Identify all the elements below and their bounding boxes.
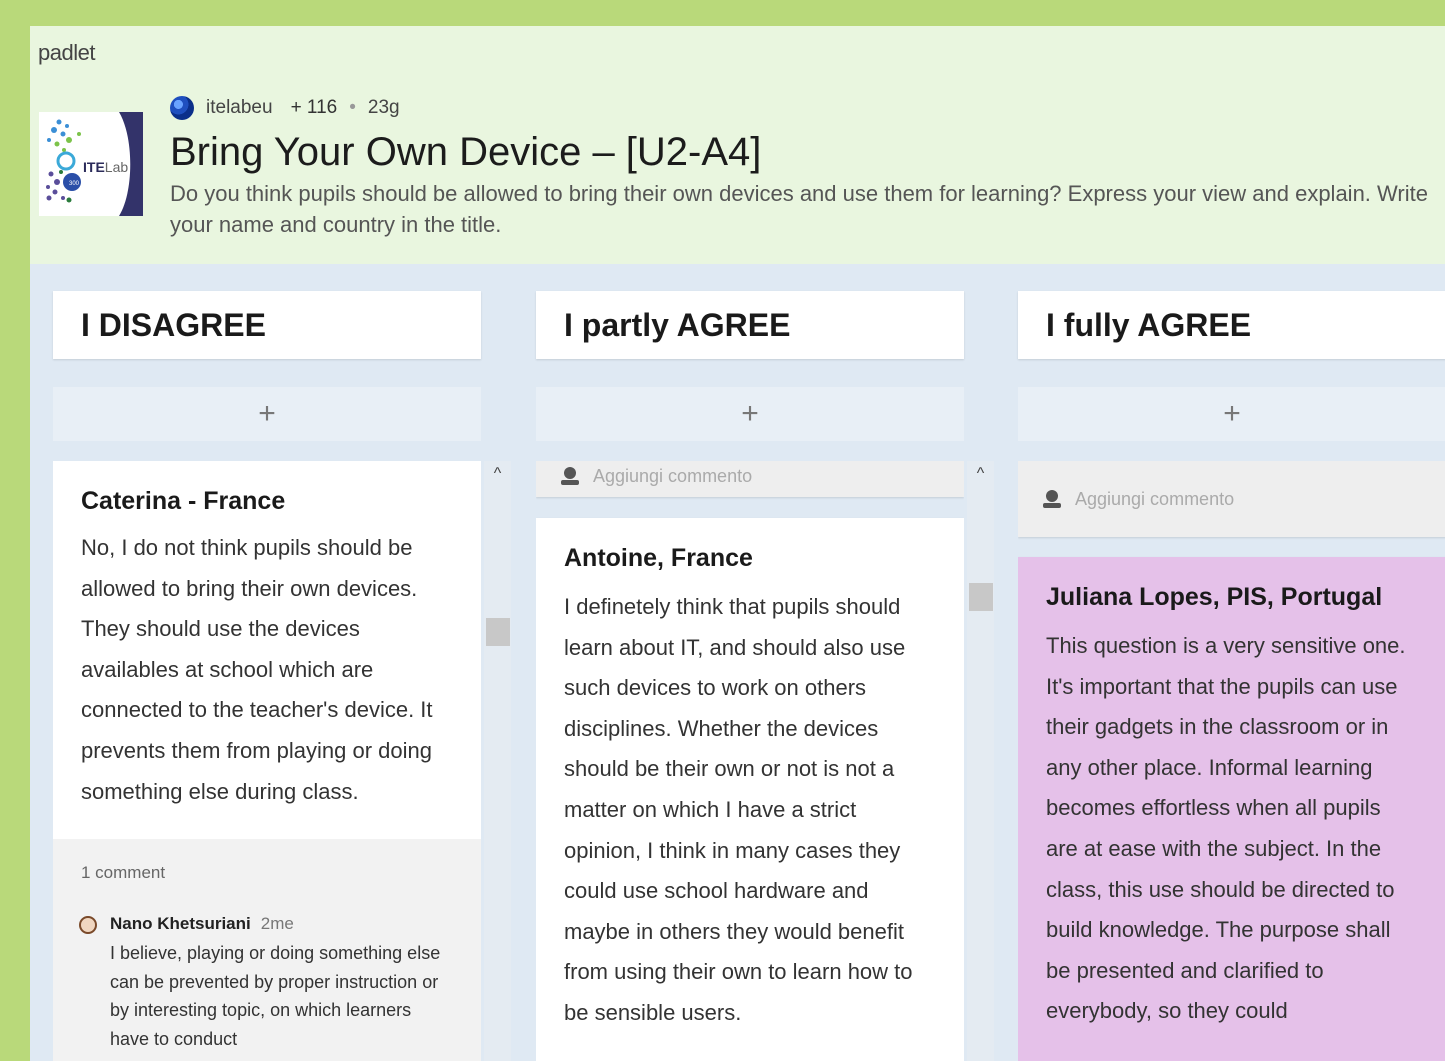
add-comment-bar[interactable]: Aggiungi commento xyxy=(536,461,964,497)
scroll-up-icon[interactable]: ^ xyxy=(967,465,994,483)
owner-name[interactable]: itelabeu xyxy=(206,97,273,119)
padlet-logo-text[interactable]: padlet xyxy=(38,40,95,66)
svg-text:300: 300 xyxy=(69,181,80,187)
avatar xyxy=(79,916,97,934)
comments-section: 1 comment Nano Khetsuriani 2me I believe,… xyxy=(53,839,481,1061)
board-age: 23g xyxy=(367,97,400,118)
post-body: I definetely think that pupils should le… xyxy=(564,594,913,1025)
comment-user-icon xyxy=(1043,490,1061,508)
board-description: Do you think pupils should be allowed to… xyxy=(170,181,1428,237)
post-body: No, I do not think pupils should be allo… xyxy=(81,535,433,804)
post-title: Antoine, France xyxy=(564,544,753,572)
comment-text: I believe, playing or doing something el… xyxy=(110,943,441,1049)
post-body: This question is a very sensitive one. I… xyxy=(1046,633,1406,1024)
scroll-thumb[interactable] xyxy=(969,583,993,611)
column-header-fully-agree[interactable]: I fully AGREE xyxy=(1018,291,1445,359)
comment-time: 2me xyxy=(260,914,294,933)
add-comment-placeholder: Aggiungi commento xyxy=(1075,488,1235,509)
comments-count[interactable]: 1 comment xyxy=(81,863,165,883)
column-header-partly-agree[interactable]: I partly AGREE xyxy=(536,291,964,359)
post-card[interactable]: Antoine, France I definetely think that … xyxy=(536,518,964,1061)
column-posts-partly-agree: Aggiungi commento Antoine, France I defi… xyxy=(536,461,964,1061)
comment-author: Nano Khetsuriani 2me xyxy=(110,914,294,933)
add-comment-bar[interactable]: Aggiungi commento xyxy=(1018,461,1445,537)
add-post-button[interactable]: + xyxy=(536,387,964,441)
column-scrollbar[interactable]: ^ xyxy=(967,461,994,1061)
add-post-button[interactable]: + xyxy=(53,387,481,441)
add-post-button[interactable]: + xyxy=(1018,387,1445,441)
post-title: Caterina - France xyxy=(81,487,286,515)
owner-row: itelabeu + 116 • 23g xyxy=(170,96,400,120)
separator-dot: • xyxy=(349,97,356,118)
scroll-up-icon[interactable]: ^ xyxy=(484,465,511,483)
post-card[interactable]: Juliana Lopes, PIS, Portugal This questi… xyxy=(1018,557,1445,1061)
post-title: Juliana Lopes, PIS, Portugal xyxy=(1046,583,1383,611)
comment-user-icon xyxy=(561,467,579,485)
logo-label: ITELab xyxy=(83,159,129,175)
board-title: Bring Your Own Device – [U2-A4] xyxy=(170,130,762,174)
scroll-thumb[interactable] xyxy=(486,618,510,646)
column-scrollbar[interactable]: ^ xyxy=(484,461,511,1061)
board-header: padlet 300 ITELab itelabeu + 116 • 23g B… xyxy=(30,26,1445,264)
column-posts-disagree: Caterina - France No, I do not think pup… xyxy=(53,461,481,1061)
board-logo: 300 ITELab xyxy=(39,112,143,216)
column-posts-fully-agree: Aggiungi commento Juliana Lopes, PIS, Po… xyxy=(1018,461,1445,1061)
padlet-board: padlet 300 ITELab itelabeu + 116 • 23g B… xyxy=(30,26,1445,1061)
owner-avatar[interactable] xyxy=(170,96,194,120)
add-comment-placeholder: Aggiungi commento xyxy=(593,465,753,486)
column-header-disagree[interactable]: I DISAGREE xyxy=(53,291,481,359)
likes-count: + 116 xyxy=(290,97,338,118)
post-card[interactable]: Caterina - France No, I do not think pup… xyxy=(53,461,481,839)
